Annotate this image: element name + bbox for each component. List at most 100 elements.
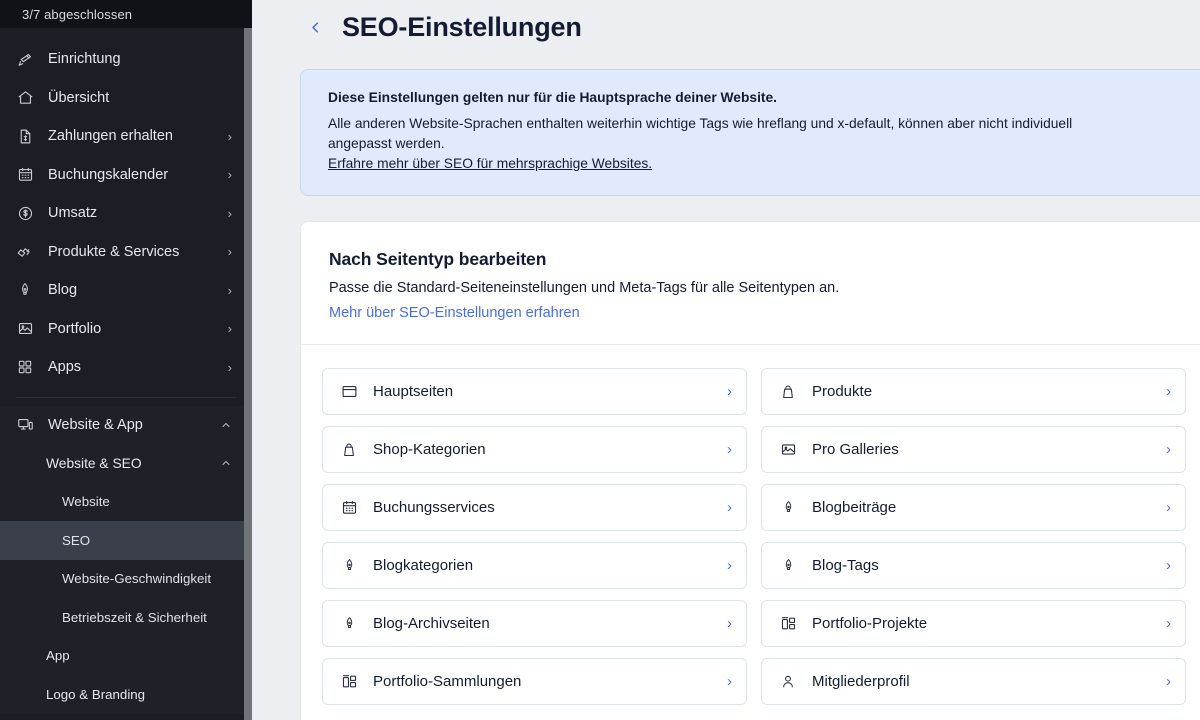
- tile-blogkategorien[interactable]: Blogkategorien ›: [322, 542, 747, 590]
- apps-grid-icon: [14, 357, 36, 377]
- pen-nib-icon: [777, 556, 799, 576]
- tile-label: Pro Galleries: [812, 441, 899, 459]
- sidebar-item-label: Buchungskalender: [48, 166, 169, 183]
- banner-learn-more-link[interactable]: Erfahre mehr über SEO für mehrsprachige …: [328, 156, 652, 171]
- page-title: SEO-Einstellungen: [342, 11, 582, 42]
- browser-window-icon: [338, 382, 360, 402]
- calendar-icon: [338, 498, 360, 518]
- banner-body: Alle anderen Website-Sprachen enthalten …: [328, 116, 1073, 151]
- sidebar-item-label: Website & SEO: [46, 455, 142, 471]
- chevron-right-icon: ›: [227, 321, 232, 337]
- chevron-right-icon: ›: [1166, 673, 1171, 691]
- chevron-right-icon: ›: [727, 557, 732, 575]
- pen-nib-icon: [14, 280, 36, 300]
- monitor-icon: [14, 415, 36, 435]
- sidebar-item-zahlungen-erhalten[interactable]: Zahlungen erhalten ›: [0, 117, 252, 156]
- sidebar-item-label: Umsatz: [48, 205, 98, 222]
- tile-label: Shop-Kategorien: [373, 441, 486, 459]
- tile-label: Blog-Archivseiten: [373, 615, 490, 633]
- sidebar-item-label: Apps: [48, 359, 82, 376]
- sidebar-item-betriebszeit-sicherheit[interactable]: Betriebszeit & Sicherheit: [0, 598, 252, 637]
- chevron-right-icon: ›: [727, 383, 732, 401]
- sidebar-item-label: Website-Geschwindigkeit: [62, 571, 212, 587]
- sidebar-item-apps[interactable]: Apps ›: [0, 348, 252, 387]
- section-heading: Nach Seitentyp bearbeiten: [329, 249, 547, 270]
- sidebar-item-produkte-services[interactable]: Produkte & Services ›: [0, 233, 252, 272]
- tile-blog-tags[interactable]: Blog-Tags ›: [761, 542, 1186, 590]
- tile-label: Blog-Tags: [812, 557, 879, 575]
- shopping-bag-icon: [777, 382, 799, 402]
- sidebar-item-website-app[interactable]: Website & App: [0, 406, 252, 445]
- banner-title: Diese Einstellungen gelten nur für die H…: [328, 90, 778, 105]
- tile-mitgliederprofil[interactable]: Mitgliederprofil ›: [761, 658, 1186, 706]
- chevron-right-icon: ›: [1166, 441, 1171, 459]
- setup-progress-banner[interactable]: 3/7 abgeschlossen: [0, 0, 252, 28]
- home-icon: [14, 88, 36, 108]
- sidebar-item-website-seo[interactable]: Website & SEO: [0, 444, 252, 483]
- page-header: SEO-Einstellungen: [300, 0, 1200, 48]
- tile-portfolio-sammlungen[interactable]: Portfolio-Sammlungen ›: [322, 658, 747, 706]
- chevron-right-icon: ›: [227, 282, 232, 298]
- sidebar-item-label: Betriebszeit & Sicherheit: [62, 609, 207, 625]
- tile-shop-kategorien[interactable]: Shop-Kategorien ›: [322, 426, 747, 474]
- sidebar-item-app[interactable]: App: [0, 637, 252, 676]
- sidebar-item-portfolio[interactable]: Portfolio ›: [0, 310, 252, 349]
- invoice-icon: [14, 126, 36, 146]
- tile-buchungsservices[interactable]: Buchungsservices ›: [322, 484, 747, 532]
- tile-blogbeitraege[interactable]: Blogbeiträge ›: [761, 484, 1186, 532]
- chevron-up-icon: [220, 457, 232, 469]
- chevron-right-icon: ›: [1166, 557, 1171, 575]
- sidebar-item-website[interactable]: Website: [0, 483, 252, 522]
- chevron-right-icon: ›: [227, 244, 232, 260]
- shopping-bag-icon: [338, 440, 360, 460]
- section-description: Passe die Standard-Seiteneinstellungen u…: [329, 280, 840, 297]
- sidebar-group-website-app: Website & App Website & SEO Website SEO …: [0, 405, 252, 714]
- back-button[interactable]: [302, 14, 328, 40]
- chevron-right-icon: ›: [1166, 383, 1171, 401]
- chevron-right-icon: ›: [227, 205, 232, 221]
- sidebar-item-website-geschwindigkeit[interactable]: Website-Geschwindigkeit: [0, 560, 252, 599]
- image-icon: [777, 440, 799, 460]
- sidebar-item-logo-branding[interactable]: Logo & Branding: [0, 675, 252, 714]
- chevron-right-icon: ›: [727, 499, 732, 517]
- sidebar-item-umsatz[interactable]: Umsatz ›: [0, 194, 252, 233]
- sidebar-item-label: Portfolio: [48, 320, 102, 337]
- sidebar-nav-scroll[interactable]: Einrichtung Übersicht Zahlungen erhalten…: [0, 28, 252, 720]
- image-icon: [14, 319, 36, 339]
- tile-produkte[interactable]: Produkte ›: [761, 368, 1186, 416]
- tile-portfolio-projekte[interactable]: Portfolio-Projekte ›: [761, 600, 1186, 648]
- app-root: 3/7 abgeschlossen Einrichtung Übersicht …: [0, 0, 1200, 720]
- tile-hauptseiten[interactable]: Hauptseiten ›: [322, 368, 747, 416]
- chevron-up-icon: [220, 419, 232, 431]
- dollar-circle-icon: [14, 203, 36, 223]
- chevron-left-icon: [311, 21, 318, 33]
- chevron-right-icon: ›: [727, 441, 732, 459]
- section-learn-more-link[interactable]: Mehr über SEO-Einstellungen erfahren: [329, 305, 580, 321]
- sidebar-scrollbar[interactable]: [244, 28, 252, 720]
- tile-pro-galleries[interactable]: Pro Galleries ›: [761, 426, 1186, 474]
- sidebar-item-einrichtung[interactable]: Einrichtung: [0, 40, 252, 79]
- card-header: Nach Seitentyp bearbeiten Passe die Stan…: [301, 222, 1200, 346]
- chevron-right-icon: ›: [227, 167, 232, 183]
- person-icon: [777, 672, 799, 692]
- sidebar-item-seo[interactable]: SEO: [0, 521, 252, 560]
- sidebar-item-label: Einrichtung: [48, 51, 121, 68]
- sidebar-item-label: Blog: [48, 282, 78, 299]
- chevron-right-icon: ›: [227, 359, 232, 375]
- tile-label: Portfolio-Projekte: [812, 615, 928, 633]
- tile-label: Buchungsservices: [373, 499, 495, 517]
- sidebar-item-label: Produkte & Services: [48, 243, 180, 260]
- chevron-right-icon: ›: [727, 673, 732, 691]
- sidebar-item-label: Übersicht: [48, 89, 110, 106]
- pen-nib-icon: [338, 614, 360, 634]
- tags-icon: [14, 242, 36, 262]
- chevron-right-icon: ›: [227, 128, 232, 144]
- sidebar-item-blog[interactable]: Blog ›: [0, 271, 252, 310]
- tile-blog-archivseiten[interactable]: Blog-Archivseiten ›: [322, 600, 747, 648]
- sidebar-item-uebersicht[interactable]: Übersicht: [0, 79, 252, 118]
- sidebar: 3/7 abgeschlossen Einrichtung Übersicht …: [0, 0, 252, 720]
- pen-nib-icon: [338, 556, 360, 576]
- sidebar-item-label: App: [46, 648, 70, 664]
- language-info-banner: Diese Einstellungen gelten nur für die H…: [300, 69, 1200, 197]
- sidebar-item-buchungskalender[interactable]: Buchungskalender ›: [0, 156, 252, 195]
